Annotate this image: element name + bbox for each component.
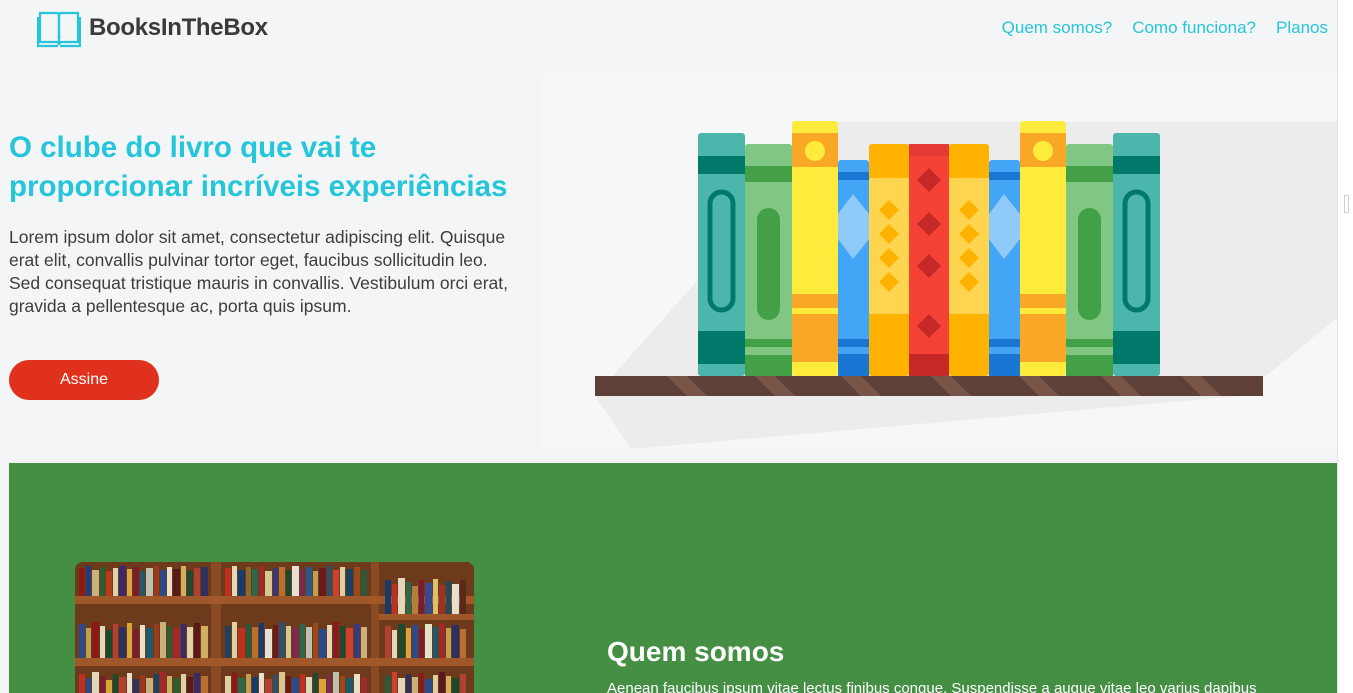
main-nav: Quem somos? Como funciona? Planos: [1002, 18, 1328, 38]
scrollbar[interactable]: [1337, 0, 1353, 693]
subscribe-button[interactable]: Assine: [9, 360, 159, 400]
about-title: Quem somos: [607, 636, 785, 667]
nav-link-quem-somos[interactable]: Quem somos?: [1002, 18, 1113, 38]
books-on-shelf-illustration: [541, 74, 1337, 449]
bookshelf-photo: [75, 562, 474, 693]
brand-name: BooksInTheBox: [89, 14, 268, 41]
logo[interactable]: BooksInTheBox: [37, 7, 268, 49]
about-section: Quem somos Aenean faucibus ipsum vitae l…: [9, 463, 1337, 693]
nav-link-como-funciona[interactable]: Como funciona?: [1132, 18, 1256, 38]
hero-description: Lorem ipsum dolor sit amet, consectetur …: [9, 227, 508, 316]
hero-title: O clube do livro que vai te proporcionar…: [9, 131, 508, 203]
nav-link-planos[interactable]: Planos: [1276, 18, 1328, 38]
site-header: BooksInTheBox Quem somos? Como funciona?…: [0, 0, 1337, 58]
scrollbar-thumb[interactable]: [1344, 195, 1349, 213]
open-book-icon: [37, 11, 81, 48]
about-description: Aenean faucibus ipsum vitae lectus finib…: [607, 680, 1257, 693]
